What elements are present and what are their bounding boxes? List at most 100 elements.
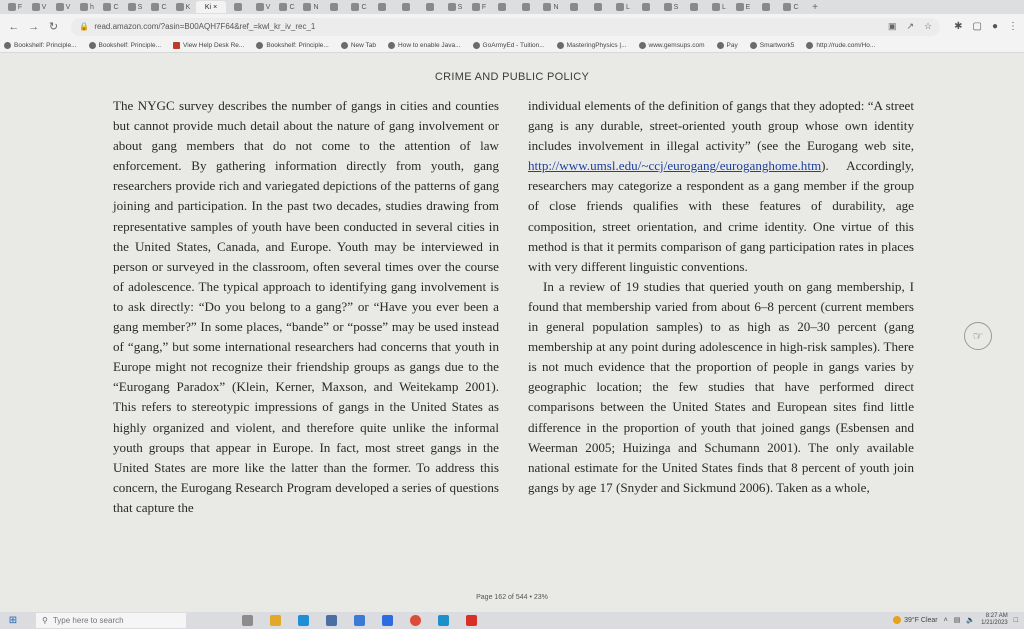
- browser-tab[interactable]: C: [100, 1, 122, 13]
- browser-tab[interactable]: [516, 1, 538, 13]
- edge-dev-icon[interactable]: [438, 615, 449, 626]
- tab-favicon-icon: [151, 3, 160, 11]
- bookmark-item[interactable]: Bookshelf: Principle...: [256, 42, 329, 49]
- browser-tab[interactable]: [492, 1, 514, 13]
- bookshelf-icon: [88, 42, 96, 49]
- browser-tab[interactable]: [756, 1, 778, 13]
- browser-tab[interactable]: [684, 1, 706, 13]
- bookmark-item[interactable]: New Tab: [340, 42, 376, 49]
- tab-label: L: [722, 3, 726, 11]
- weather-widget[interactable]: 39°F Clear: [893, 616, 938, 624]
- browser-tab[interactable]: L: [708, 1, 730, 13]
- address-bar-actions: ▣ ↗ ☆: [888, 21, 932, 32]
- page-indicator: Page 162 of 544 • 23%: [476, 594, 548, 601]
- browser-tab[interactable]: [588, 1, 610, 13]
- browser-tab[interactable]: C: [780, 1, 802, 13]
- right-p1-text-a: individual elements of the definition of…: [528, 98, 914, 154]
- mail-icon[interactable]: [354, 615, 365, 626]
- browser-tab-active[interactable]: Ki ×: [196, 1, 226, 13]
- browser-tab[interactable]: V: [252, 1, 274, 13]
- bookmark-label: Pay: [726, 42, 738, 49]
- security-icon[interactable]: [382, 615, 393, 626]
- left-column: The NYGC survey describes the number of …: [113, 96, 499, 518]
- tab-label: C: [361, 3, 367, 11]
- browser-tab[interactable]: [396, 1, 418, 13]
- browser-tab[interactable]: S: [660, 1, 682, 13]
- taskbar-search[interactable]: ⚲: [36, 613, 186, 628]
- url-input[interactable]: [94, 22, 695, 31]
- browser-tab[interactable]: C: [148, 1, 170, 13]
- browser-tab[interactable]: [228, 1, 250, 13]
- bookmark-item[interactable]: http://rude.com/Ho...: [806, 42, 875, 49]
- tab-favicon-icon: [103, 3, 112, 11]
- share-icon[interactable]: ↗: [907, 21, 915, 32]
- chrome-icon[interactable]: [410, 615, 421, 626]
- running-head: CRIME AND PUBLIC POLICY: [434, 71, 590, 83]
- tab-label: C: [161, 3, 167, 11]
- tab-favicon-icon: [522, 3, 530, 11]
- bookmark-item[interactable]: Bookshelf: Principle...: [88, 42, 161, 49]
- extensions-icon[interactable]: ✱: [954, 21, 962, 32]
- bookmark-item[interactable]: MasteringPhysics |...: [556, 42, 627, 49]
- browser-tab[interactable]: [636, 1, 658, 13]
- bookmark-star-icon[interactable]: ☆: [924, 21, 932, 32]
- tab-label: h: [90, 3, 94, 11]
- bookmark-item[interactable]: How to enable Java...: [388, 42, 461, 49]
- network-icon[interactable]: ▤: [954, 616, 961, 624]
- browser-tab[interactable]: V: [52, 1, 74, 13]
- next-page-button[interactable]: ☞: [964, 322, 992, 350]
- tray-chevron-icon[interactable]: ˄: [944, 617, 948, 624]
- tab-label: V: [265, 3, 271, 11]
- store-icon[interactable]: [326, 615, 337, 626]
- start-button[interactable]: ⊞: [4, 614, 22, 628]
- browser-tab[interactable]: L: [612, 1, 634, 13]
- task-view-icon[interactable]: [242, 615, 253, 626]
- clock[interactable]: 8:27 AM 1/21/2023: [981, 613, 1008, 627]
- file-explorer-icon[interactable]: [270, 615, 281, 626]
- helpdesk-icon: [173, 42, 181, 49]
- browser-tab[interactable]: V: [28, 1, 50, 13]
- browser-tab[interactable]: F: [468, 1, 490, 13]
- browser-tab[interactable]: E: [732, 1, 754, 13]
- browser-tab[interactable]: S: [444, 1, 466, 13]
- close-tab-icon[interactable]: ×: [213, 4, 217, 11]
- eurogang-link[interactable]: http://www.umsl.edu/~ccj/eurogang/euroga…: [528, 158, 821, 173]
- menu-icon[interactable]: ⋮: [1008, 21, 1018, 32]
- edge-icon[interactable]: [298, 615, 309, 626]
- side-panel-icon[interactable]: ▢: [973, 21, 982, 32]
- bookmark-item[interactable]: Pay: [716, 42, 738, 49]
- reload-icon: ↻: [48, 21, 59, 33]
- browser-tab[interactable]: [420, 1, 442, 13]
- new-tab-button[interactable]: +: [808, 1, 822, 13]
- translate-icon[interactable]: ▣: [888, 21, 897, 32]
- notifications-icon[interactable]: □: [1014, 617, 1018, 624]
- browser-tab[interactable]: F: [4, 1, 26, 13]
- browser-tab[interactable]: [372, 1, 394, 13]
- back-button[interactable]: ←: [6, 19, 22, 35]
- browser-tab[interactable]: S: [124, 1, 146, 13]
- bookmark-item[interactable]: Smartwork5: [749, 42, 794, 49]
- reload-button[interactable]: ↻: [46, 19, 62, 35]
- browser-tab[interactable]: h: [76, 1, 98, 13]
- gmail-icon[interactable]: [466, 615, 477, 626]
- taskbar-search-input[interactable]: [52, 616, 173, 625]
- bookmark-item[interactable]: Bookshelf: Principle...: [4, 42, 77, 49]
- browser-tab[interactable]: N: [300, 1, 322, 13]
- bookmark-item[interactable]: www.gemsups.com: [638, 42, 705, 49]
- browser-tab[interactable]: [564, 1, 586, 13]
- tab-label: N: [313, 3, 319, 11]
- bookmark-item[interactable]: GoArmyEd - Tuition...: [472, 42, 545, 49]
- bookmark-item[interactable]: View Help Desk Re...: [173, 42, 244, 49]
- forward-button[interactable]: →: [26, 19, 42, 35]
- address-bar[interactable]: 🔒 ▣ ↗ ☆: [71, 17, 941, 36]
- bookmarks-bar: Bookshelf: Principle... Bookshelf: Princi…: [0, 39, 1024, 53]
- profile-icon[interactable]: ●: [992, 21, 998, 32]
- browser-tab[interactable]: K: [172, 1, 194, 13]
- browser-tab[interactable]: C: [276, 1, 298, 13]
- tab-label: S: [673, 3, 679, 11]
- browser-tab[interactable]: N: [540, 1, 562, 13]
- browser-tab[interactable]: [324, 1, 346, 13]
- volume-icon[interactable]: 🔈: [966, 616, 975, 624]
- browser-tab[interactable]: C: [348, 1, 370, 13]
- tab-favicon-icon: [234, 3, 242, 11]
